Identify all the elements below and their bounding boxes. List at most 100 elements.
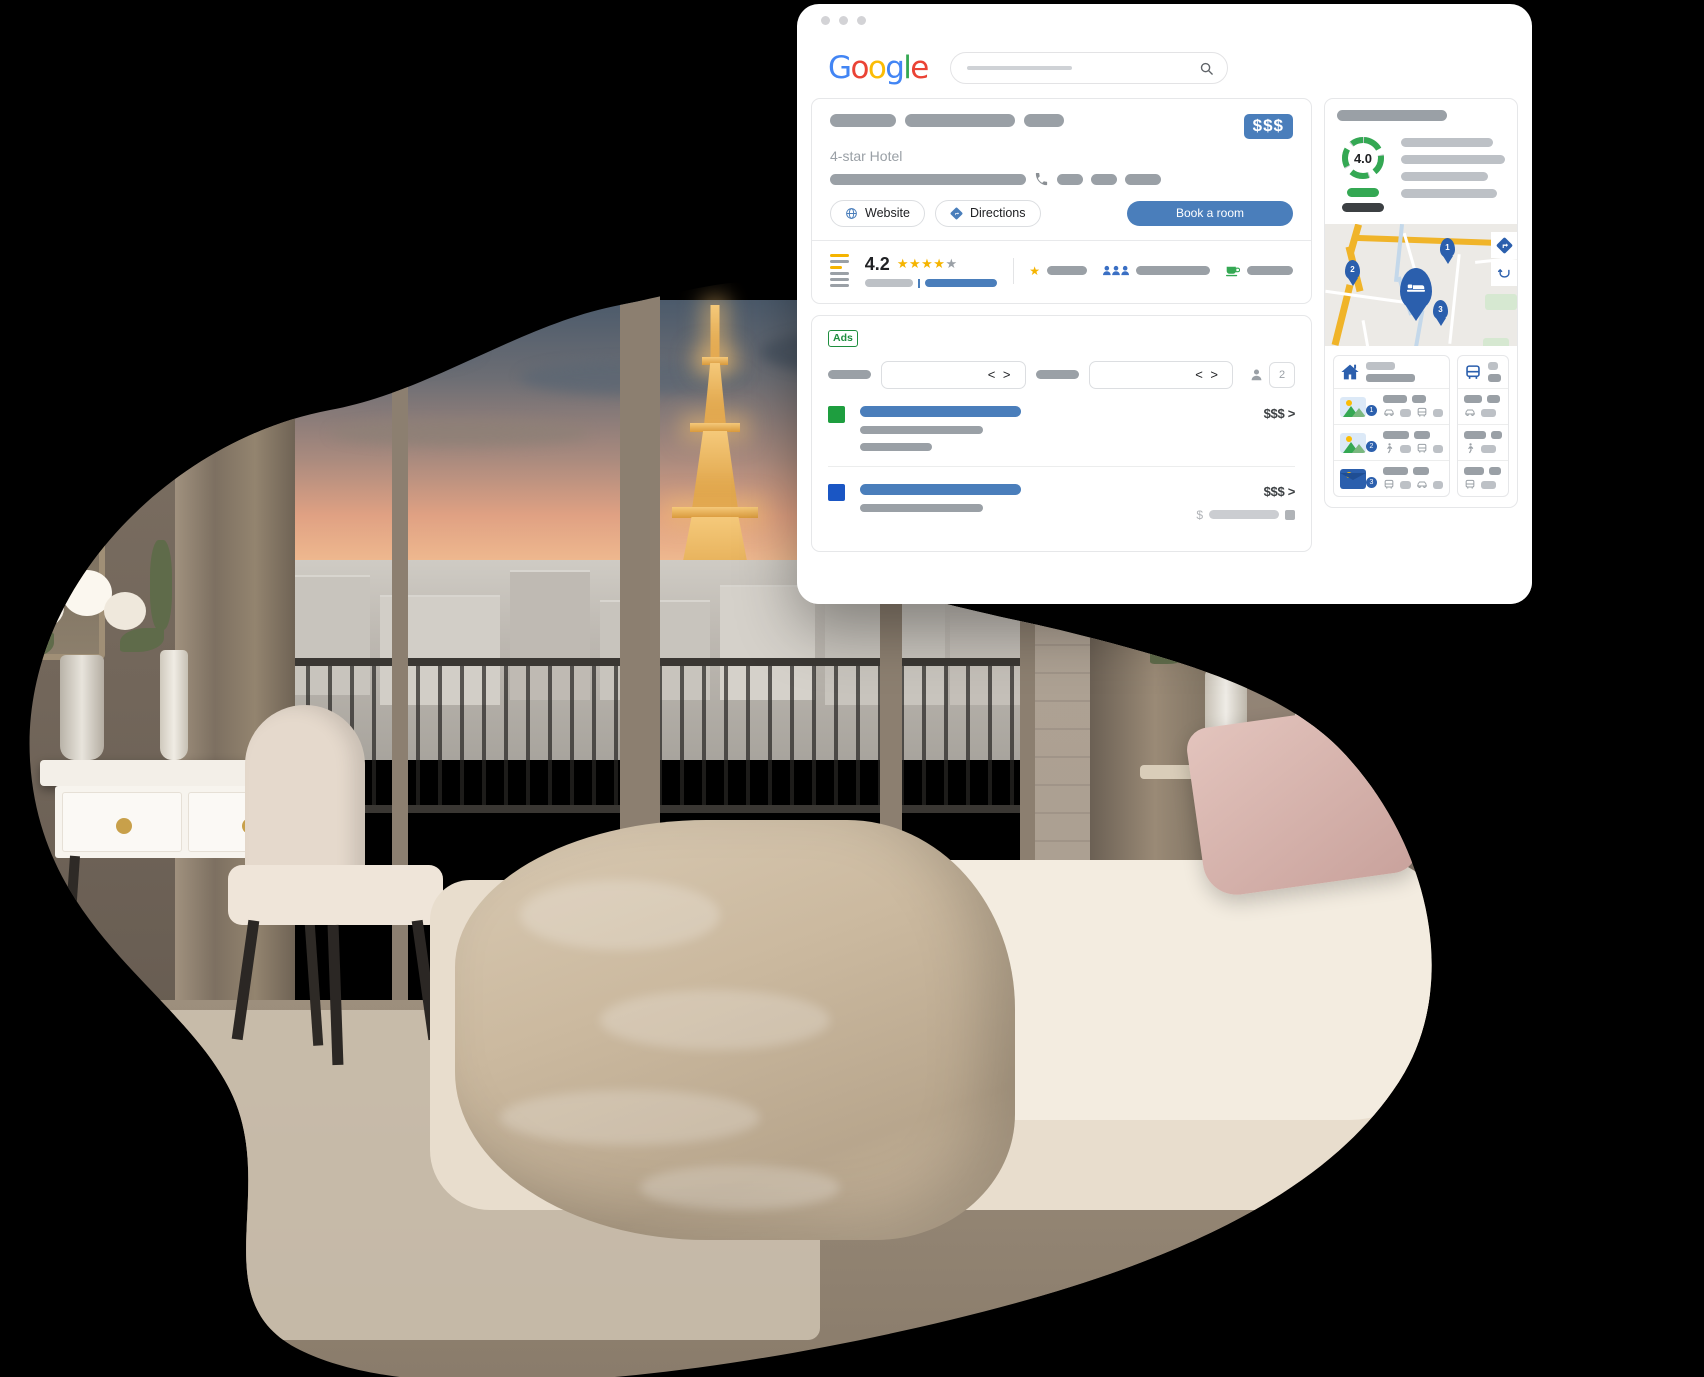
- reading-lamp-arm: [1290, 616, 1380, 643]
- flower: [104, 592, 146, 630]
- search-input[interactable]: [949, 52, 1228, 84]
- checkout-value: < >: [1195, 367, 1220, 383]
- wall-mirror: [10, 430, 105, 660]
- ad-desc-1: [860, 425, 983, 434]
- website-button[interactable]: Website: [830, 199, 925, 227]
- flower: [20, 588, 64, 628]
- cloud: [330, 420, 590, 446]
- phone-part-3: [1125, 173, 1161, 185]
- checkin-date-picker[interactable]: < >: [881, 360, 1026, 389]
- ad-row[interactable]: $$$ >: [828, 389, 1295, 466]
- ad-text-block: [860, 483, 1021, 512]
- window-dot-minimize[interactable]: [839, 16, 848, 25]
- map-pin-1[interactable]: 1: [1440, 238, 1455, 258]
- logo-letter-g2: g: [885, 50, 905, 86]
- ad-subprice-row: $: [1196, 508, 1295, 522]
- score-pill-green: [1347, 188, 1379, 197]
- photo-thumb-blue: [1340, 468, 1366, 489]
- rating-bar-blue: [924, 279, 997, 288]
- hotel-title-row: $$$: [830, 114, 1293, 139]
- vase-left-2: [160, 650, 188, 760]
- window-controls[interactable]: [821, 16, 866, 25]
- car-icon: [1416, 481, 1427, 489]
- rotate-icon[interactable]: [1491, 260, 1517, 286]
- directions-button[interactable]: Directions: [934, 199, 1041, 227]
- nearby-places-lists: 1 2 3: [1325, 346, 1517, 507]
- list-item[interactable]: 2: [1334, 424, 1449, 460]
- ad-desc-2: [860, 503, 983, 512]
- list-item[interactable]: [1458, 460, 1508, 496]
- flower: [1250, 602, 1292, 640]
- address-bar: [830, 173, 1026, 185]
- google-header: Google: [797, 32, 1532, 98]
- map-pin-3[interactable]: 3: [1433, 300, 1448, 320]
- right-panel-title: [1337, 110, 1447, 121]
- phone-part-1: [1057, 173, 1083, 185]
- list-item[interactable]: 1: [1334, 388, 1449, 424]
- places-column-home: 1 2 3: [1333, 355, 1450, 497]
- amenity-bar-3: [1247, 266, 1293, 276]
- book-a-room-button[interactable]: Book a room: [1127, 200, 1293, 226]
- amenity-people: [1103, 265, 1210, 276]
- title-bar-1: [830, 114, 896, 127]
- people-icon: [1103, 266, 1129, 276]
- list-item[interactable]: 3: [1334, 460, 1449, 496]
- ad-title-2: [860, 483, 1021, 495]
- logo-letter-o2: o: [867, 50, 887, 86]
- ads-filter-row: < > < > 2: [828, 360, 1295, 389]
- advertiser-swatch-blue: [828, 483, 845, 501]
- bus-icon: [1384, 479, 1394, 489]
- google-logo[interactable]: Google: [828, 50, 929, 86]
- place-badge-2: 2: [1366, 441, 1377, 452]
- curtain-left: [175, 330, 295, 1030]
- title-bar-3: [1024, 114, 1064, 127]
- ad-subprice-chip: [1285, 509, 1295, 520]
- guest-selector[interactable]: 2: [1251, 361, 1295, 388]
- car-icon: [1384, 409, 1394, 417]
- ad-desc-1b: [860, 442, 932, 451]
- directions-diamond-icon: [950, 207, 963, 220]
- star-icon: ★: [1029, 263, 1040, 278]
- place-badge-1: 1: [1366, 405, 1377, 416]
- title-bar-2: [905, 114, 1015, 127]
- detail-line-2: [1401, 155, 1505, 164]
- amenity-star: ★: [1029, 264, 1087, 278]
- rating-score: 4.2: [864, 253, 890, 274]
- bed-pin-icon[interactable]: [1400, 268, 1432, 310]
- place-badge-3: 3: [1366, 477, 1377, 488]
- photo-thumb-green: [1340, 432, 1366, 453]
- rating-block: 4.2 ★★★★★: [864, 253, 997, 288]
- ad-row[interactable]: $$$ > $: [828, 465, 1296, 537]
- ad-price-2[interactable]: $$$ >: [1196, 484, 1296, 499]
- person-icon: [1251, 369, 1262, 381]
- cloud: [300, 330, 480, 370]
- search-placeholder: [966, 66, 1072, 70]
- window-dot-close[interactable]: [821, 16, 830, 25]
- price-level-badge: $$$: [1243, 114, 1293, 139]
- directions-icon[interactable]: [1491, 232, 1517, 258]
- ads-label: Ads: [828, 329, 858, 347]
- map-pin-2[interactable]: 2: [1345, 260, 1360, 280]
- window-dot-maximize[interactable]: [857, 16, 866, 25]
- list-item[interactable]: [1458, 388, 1508, 424]
- guest-count[interactable]: 2: [1269, 361, 1295, 388]
- leaf: [1258, 636, 1302, 660]
- logo-letter-g: G: [828, 50, 852, 86]
- places-column-transit: [1457, 355, 1509, 497]
- bus-icon: [1465, 479, 1475, 489]
- ad-price-1[interactable]: $$$ >: [1264, 406, 1296, 421]
- google-search-result-card: Google $$$ 4-star Hotel Website Directio…: [797, 4, 1532, 604]
- hotel-side-panel: 4.0 1 2 3 1 2 3: [1324, 98, 1518, 508]
- location-map[interactable]: 1 2 3: [1325, 224, 1517, 346]
- phone-part-2: [1091, 173, 1117, 185]
- list-item[interactable]: [1458, 424, 1508, 460]
- right-panel-detail-lines: [1401, 134, 1505, 212]
- ad-subprice-bar: [1209, 510, 1279, 520]
- armchair-seat: [228, 865, 443, 925]
- search-icon[interactable]: [1199, 61, 1214, 76]
- checkout-date-picker[interactable]: < >: [1088, 360, 1233, 389]
- vase-left: [60, 655, 104, 760]
- gauge-value: 4.0: [1353, 150, 1373, 166]
- advertiser-swatch-green: [828, 405, 845, 423]
- window-mullion: [392, 300, 408, 1040]
